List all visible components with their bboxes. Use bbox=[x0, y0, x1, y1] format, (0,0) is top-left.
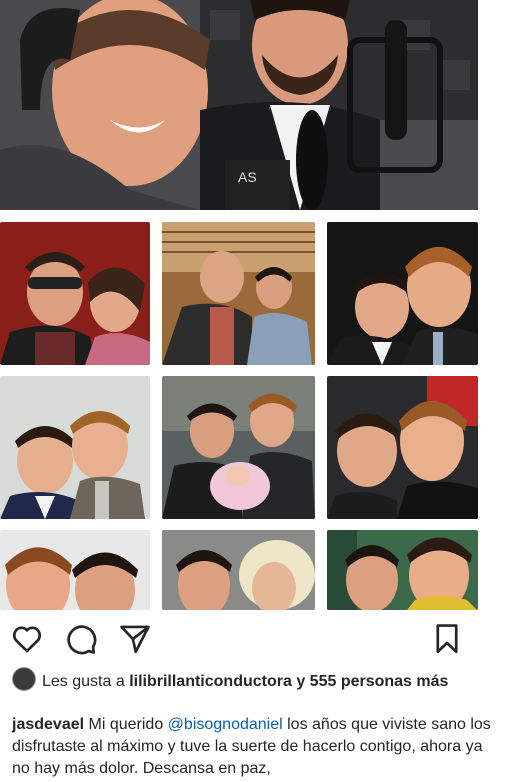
likes-prefix: Les gusta a bbox=[42, 673, 125, 690]
post-caption: jasdevael Mi querido @bisognodaniel los … bbox=[12, 714, 504, 780]
caption-mention[interactable]: @bisognodaniel bbox=[168, 716, 283, 733]
bookmark-icon[interactable] bbox=[430, 622, 464, 656]
grid-photo-2[interactable] bbox=[162, 222, 315, 365]
grid-photo-8[interactable] bbox=[162, 530, 315, 610]
caption-text-before: Mi querido bbox=[88, 716, 164, 733]
post-actions-bar bbox=[0, 614, 512, 664]
liker-username[interactable]: lilibrillanticonductora bbox=[129, 673, 292, 690]
grid-photo-7[interactable] bbox=[0, 530, 150, 610]
grid-photo-3[interactable] bbox=[327, 222, 478, 365]
cover-text: AS bbox=[238, 169, 257, 185]
grid-photo-6[interactable] bbox=[327, 376, 478, 519]
likes-suffix[interactable]: y 555 personas más bbox=[296, 673, 448, 690]
liker-avatar[interactable] bbox=[12, 667, 36, 691]
heart-icon[interactable] bbox=[10, 622, 44, 656]
likes-summary: Les gusta a lilibrillanticonductora y 55… bbox=[12, 667, 502, 692]
grid-photo-9[interactable] bbox=[327, 530, 478, 610]
grid-photo-1[interactable] bbox=[0, 222, 150, 365]
caption-author[interactable]: jasdevael bbox=[12, 716, 84, 733]
grid-photo-5[interactable] bbox=[162, 376, 315, 519]
top-photo[interactable]: AS bbox=[0, 0, 478, 210]
share-icon[interactable] bbox=[118, 622, 152, 656]
grid-photo-4[interactable] bbox=[0, 376, 150, 519]
comment-icon[interactable] bbox=[64, 622, 98, 656]
